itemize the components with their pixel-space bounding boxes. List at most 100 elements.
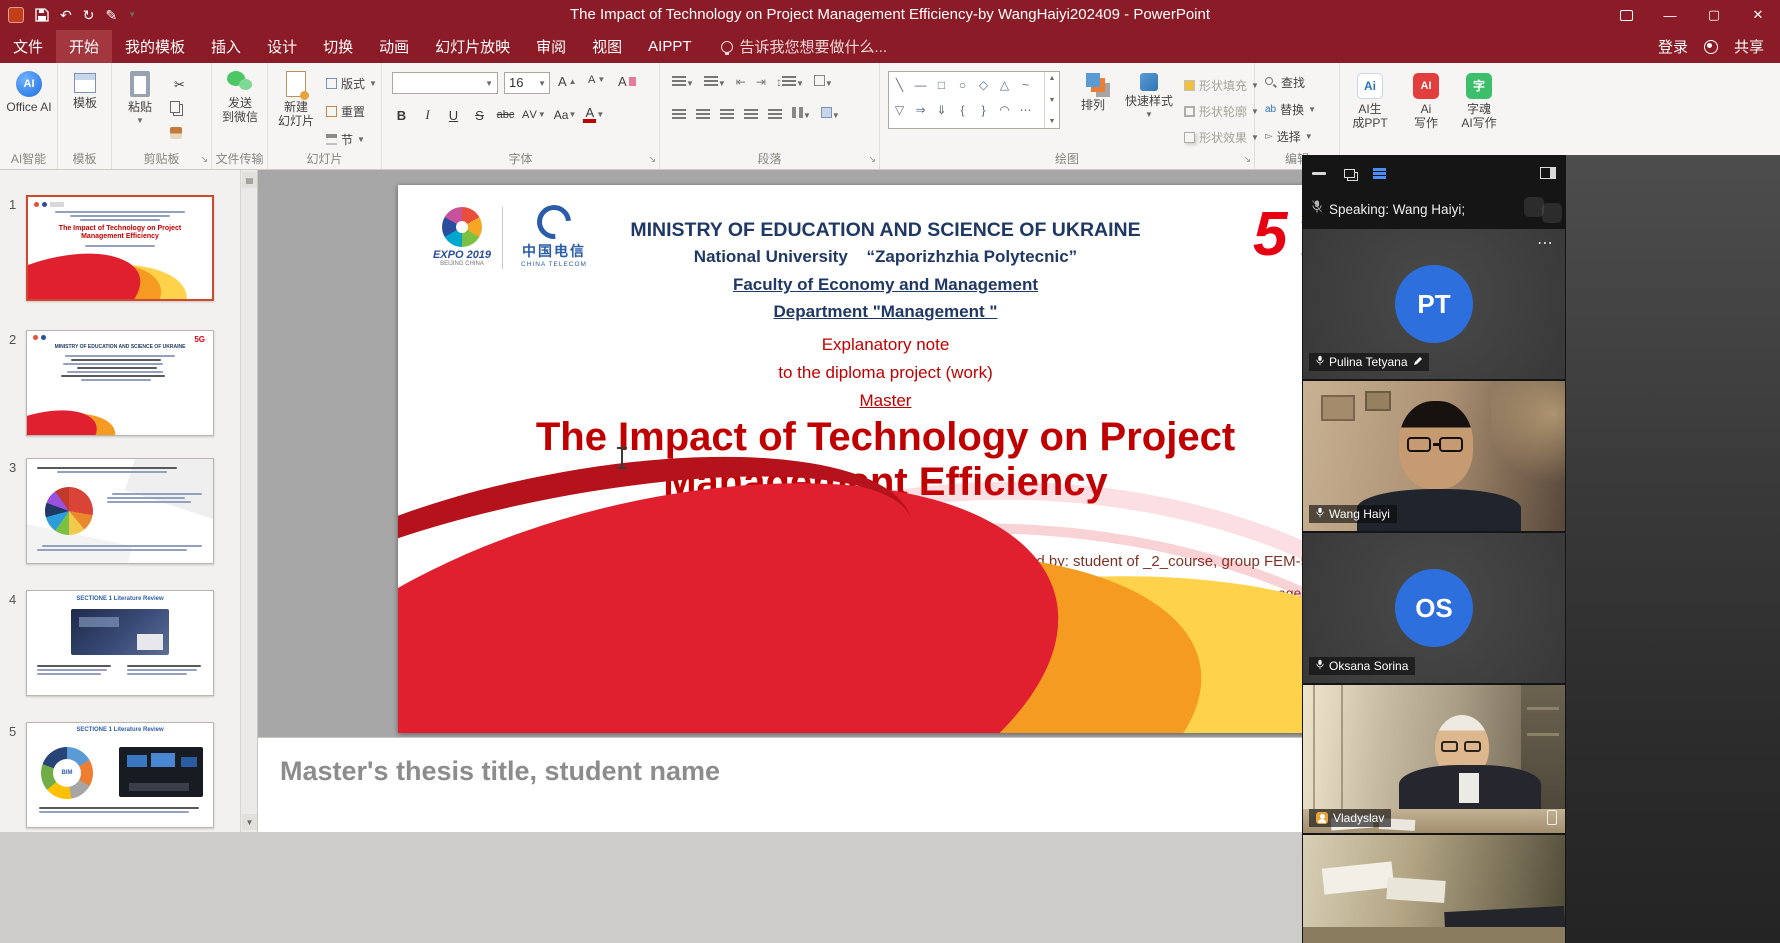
drawing-dialog-launcher-icon[interactable]: ↘	[1243, 154, 1251, 165]
shape-tridown-icon[interactable]: ▽	[889, 97, 910, 122]
shape-diamond-icon[interactable]: ◇	[973, 72, 994, 97]
find-button[interactable]: 查找	[1265, 74, 1305, 91]
tab-insert[interactable]: 插入	[198, 30, 254, 63]
paragraph-dialog-launcher-icon[interactable]: ↘	[868, 154, 876, 165]
tab-file[interactable]: 文件	[0, 30, 56, 63]
qat-customize-icon[interactable]: ▼	[128, 11, 136, 19]
shapes-scroll-down-icon[interactable]: ▼	[1049, 97, 1056, 104]
gallery-view-icon[interactable]	[1344, 169, 1355, 178]
shape-effects-button[interactable]: 形状效果▼	[1184, 129, 1259, 146]
shape-triangle-icon[interactable]: △	[994, 72, 1015, 97]
rename-pencil-icon[interactable]	[1413, 355, 1422, 369]
shape-arrow-right-icon[interactable]: ⇒	[910, 97, 931, 122]
paste-button[interactable]: 粘贴 ▼	[120, 71, 160, 125]
text-direction-button[interactable]: ▼	[814, 75, 833, 89]
reset-button[interactable]: 重置	[326, 103, 365, 120]
bullets-button[interactable]: ▼	[672, 75, 694, 89]
slide-explanatory-line[interactable]: Explanatory note	[438, 335, 1333, 355]
template-button[interactable]: 模板	[65, 73, 105, 110]
shape-ellipse-icon[interactable]: ○	[952, 72, 973, 97]
thumbnail-scrollbar[interactable]: ▤ ▼	[240, 170, 257, 832]
tab-home[interactable]: 开始	[56, 30, 112, 63]
align-right-icon[interactable]	[720, 109, 734, 119]
shape-rect-icon[interactable]: □	[931, 72, 952, 97]
tile-more-icon[interactable]: ⋯	[1537, 233, 1555, 253]
participant-tile-partial[interactable]	[1303, 835, 1565, 943]
slide-department-line[interactable]: Department "Management "	[438, 302, 1333, 322]
increase-indent-icon[interactable]: ⇥	[756, 75, 766, 89]
justify-icon[interactable]	[744, 109, 758, 119]
participant-tile-oksana[interactable]: OS Oksana Sorina	[1303, 533, 1565, 683]
zihun-ai-writing-button[interactable]: 字 字魂 AI写作	[1454, 73, 1504, 130]
collapse-panel-icon[interactable]	[1312, 172, 1326, 175]
shapes-scroll-up-icon[interactable]: ▲	[1049, 75, 1056, 82]
cut-button[interactable]: ✂	[170, 75, 189, 95]
tab-transitions[interactable]: 切换	[310, 30, 366, 63]
align-center-icon[interactable]	[696, 109, 710, 119]
line-spacing-button[interactable]: ↕▼	[776, 75, 804, 89]
strikethrough-button[interactable]: abc	[496, 105, 515, 125]
tab-view[interactable]: 视图	[579, 30, 635, 63]
character-spacing-button[interactable]: AV▼	[522, 105, 547, 125]
slide-thumbnail-4[interactable]: SECTIONE 1 Literature Review	[26, 590, 214, 696]
participant-tile-vladyslav[interactable]: Vladyslav	[1303, 685, 1565, 833]
shape-outline-button[interactable]: 形状轮廓▼	[1184, 103, 1259, 120]
redo-icon[interactable]: ↻	[83, 7, 95, 24]
login-button[interactable]: 登录	[1658, 36, 1688, 57]
clipboard-dialog-launcher-icon[interactable]: ↘	[200, 154, 208, 165]
shape-arc-icon[interactable]: ◠	[994, 97, 1015, 122]
shadow-strike-button[interactable]: S	[470, 105, 489, 125]
layout-switch-icon[interactable]	[1540, 167, 1556, 179]
clear-formatting-button[interactable]: A	[618, 74, 636, 89]
italic-button[interactable]: I	[418, 105, 437, 125]
font-size-combobox[interactable]: 16▼	[504, 72, 550, 94]
user-icon[interactable]	[1704, 40, 1718, 54]
smartart-button[interactable]: ▼	[821, 107, 840, 121]
close-icon[interactable]: ✕	[1736, 0, 1780, 30]
tab-aippt[interactable]: AIPPT	[635, 30, 704, 63]
ribbon-display-options-icon[interactable]	[1604, 0, 1648, 30]
minimize-icon[interactable]: —	[1648, 0, 1692, 30]
shape-brace-right-icon[interactable]: }	[973, 97, 994, 122]
arrange-button[interactable]: 排列	[1072, 73, 1114, 112]
distribute-icon[interactable]	[768, 109, 782, 119]
save-icon[interactable]	[35, 8, 49, 22]
quick-styles-button[interactable]: 快速样式 ▼	[1120, 73, 1178, 119]
shape-more-icon[interactable]: ⋯	[1015, 97, 1036, 122]
shrink-font-button[interactable]: A▼	[588, 74, 605, 86]
ai-writing-button[interactable]: AI Ai 写作	[1402, 73, 1450, 130]
maximize-icon[interactable]: ▢	[1692, 0, 1736, 30]
slide-thumbnail-3[interactable]	[26, 458, 214, 564]
font-name-combobox[interactable]: ▼	[392, 72, 498, 94]
tab-my-templates[interactable]: 我的模板	[112, 30, 198, 63]
format-painter-button[interactable]	[170, 127, 182, 139]
shapes-gallery-more-icon[interactable]: ▼	[1049, 118, 1056, 125]
pen-mode-icon[interactable]: ✎	[105, 7, 117, 24]
tab-slideshow[interactable]: 幻灯片放映	[422, 30, 523, 63]
send-to-wechat-button[interactable]: 发送 到微信	[218, 71, 262, 124]
slide-thumbnail-5[interactable]: SECTIONE 1 Literature Review BIM	[26, 722, 214, 828]
office-ai-button[interactable]: AI Office AI	[5, 71, 53, 114]
notes-text[interactable]: Master's thesis title, student name	[280, 756, 720, 787]
participant-tile-wang[interactable]: Wang Haiyi	[1303, 381, 1565, 531]
select-button[interactable]: ▻ 选择▼	[1265, 128, 1313, 145]
tab-animations[interactable]: 动画	[366, 30, 422, 63]
new-slide-button[interactable]: 新建 幻灯片	[274, 71, 318, 128]
change-case-button[interactable]: Aa▼	[554, 105, 577, 125]
share-button[interactable]: 共享	[1734, 36, 1764, 57]
shape-hline-icon[interactable]: —	[910, 72, 931, 97]
thumbnail-scroll-down-icon[interactable]: ▼	[242, 814, 257, 830]
align-left-icon[interactable]	[672, 109, 686, 119]
shape-brace-left-icon[interactable]: {	[952, 97, 973, 122]
slide-diploma-line[interactable]: to the diploma project (work)	[438, 363, 1333, 383]
layout-button[interactable]: 版式▼	[326, 75, 377, 92]
columns-button[interactable]: ▼	[792, 107, 811, 121]
font-color-button[interactable]: A▼	[583, 105, 604, 125]
numbering-button[interactable]: ▼	[704, 75, 726, 89]
shape-curve-icon[interactable]: ~	[1015, 72, 1036, 97]
ai-generate-ppt-button[interactable]: Ai AI生 成PPT	[1346, 73, 1394, 130]
shape-fill-button[interactable]: 形状填充▼	[1184, 77, 1259, 94]
slide-ministry-line[interactable]: MINISTRY OF EDUCATION AND SCIENCE OF UKR…	[438, 219, 1333, 242]
decrease-indent-icon[interactable]: ⇤	[736, 75, 746, 89]
bold-button[interactable]: B	[392, 105, 411, 125]
